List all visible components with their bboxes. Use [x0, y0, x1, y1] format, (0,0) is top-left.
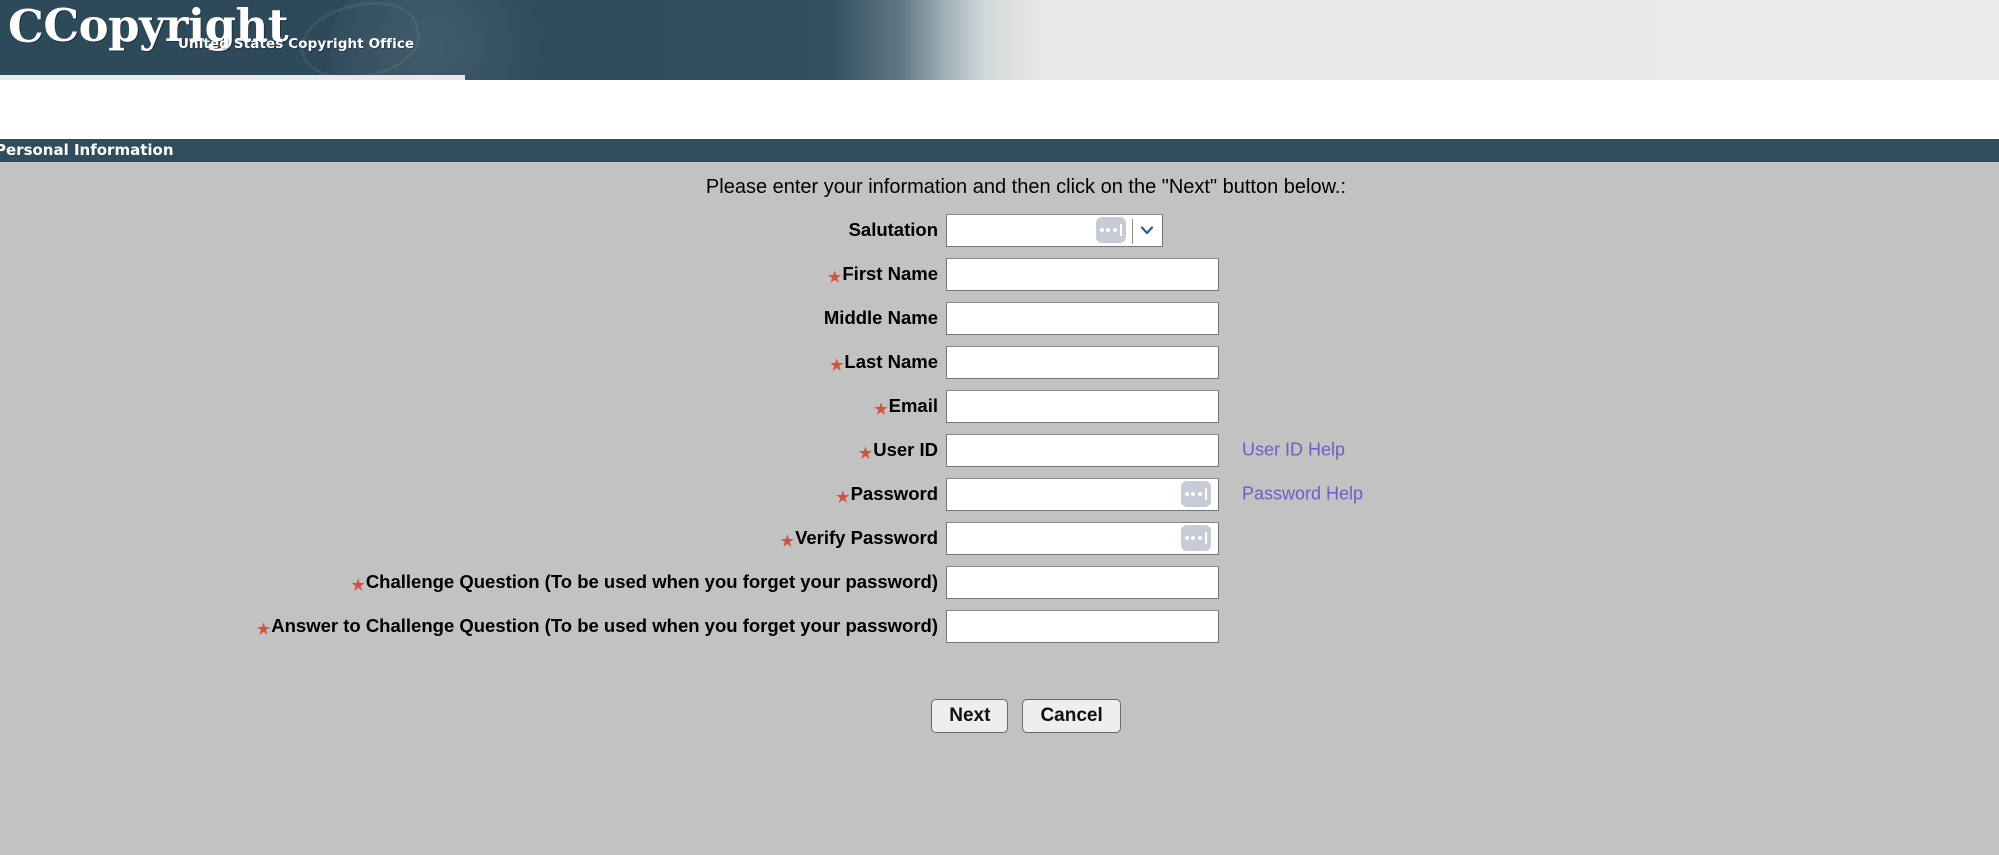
password-input[interactable] [946, 477, 1219, 511]
required-star-icon: ★ [874, 401, 888, 418]
chip-dot-icon [1184, 492, 1189, 496]
main-content: Please enter your information and then c… [0, 162, 1999, 855]
label-first-name-text: First Name [842, 263, 938, 284]
form-actions: Next Cancel [0, 699, 1999, 733]
password-help-link[interactable]: Password Help [1242, 484, 1363, 505]
chevron-down-icon[interactable] [1139, 222, 1155, 238]
last-name-input[interactable] [946, 345, 1219, 379]
label-first-name: ★First Name [0, 263, 946, 285]
autofill-chip-icon[interactable] [1181, 481, 1211, 507]
required-star-icon: ★ [829, 357, 844, 374]
label-middle-name: Middle Name [0, 307, 946, 329]
label-verify-password: ★Verify Password [0, 527, 946, 549]
required-star-icon: ★ [836, 489, 850, 506]
user-id-input[interactable] [946, 433, 1219, 467]
salutation-select[interactable] [946, 213, 1163, 247]
field-cell-first-name [946, 257, 1219, 291]
chip-cursor-icon [1205, 532, 1208, 544]
label-password: ★Password [0, 483, 946, 505]
form-row-middle-name: Middle Name [0, 296, 1999, 340]
required-star-icon: ★ [351, 577, 365, 594]
label-challenge-answer-text: Answer to Challenge Question (To be used… [271, 615, 938, 636]
middle-name-input[interactable] [946, 301, 1219, 335]
label-challenge-answer: ★Answer to Challenge Question (To be use… [0, 615, 946, 637]
label-salutation-text: Salutation [848, 219, 938, 240]
form-row-verify-password: ★Verify Password [0, 516, 1999, 560]
required-star-icon: ★ [256, 621, 271, 638]
form-row-challenge-question: ★Challenge Question (To be used when you… [0, 560, 1999, 604]
chip-dot-icon [1197, 536, 1202, 540]
chip-dot-icon [1112, 228, 1117, 232]
label-password-text: Password [850, 483, 938, 504]
chip-dot-icon [1191, 536, 1196, 540]
autofill-chip-icon[interactable] [1181, 525, 1211, 551]
label-email-text: Email [888, 395, 938, 416]
section-title-bar: Personal Information [0, 139, 1999, 162]
chip-cursor-icon [1205, 488, 1208, 500]
next-button[interactable]: Next [931, 699, 1009, 733]
challenge-answer-input[interactable] [946, 609, 1219, 643]
autofill-chip-icon[interactable] [1096, 217, 1126, 243]
field-cell-last-name [946, 345, 1219, 379]
field-cell-verify-password [946, 521, 1219, 555]
challenge-question-input[interactable] [946, 565, 1219, 599]
form-row-email: ★Email [0, 384, 1999, 428]
label-user-id-text: User ID [873, 439, 938, 460]
label-salutation: Salutation [0, 219, 946, 241]
cancel-button[interactable]: Cancel [1022, 699, 1121, 733]
verify-password-input[interactable] [946, 521, 1219, 555]
required-star-icon: ★ [780, 533, 795, 550]
field-cell-middle-name [946, 301, 1219, 335]
field-cell-salutation [946, 213, 1219, 247]
label-last-name-text: Last Name [844, 351, 938, 372]
field-cell-password: Password Help [946, 477, 1363, 511]
banner-tab-strip [0, 75, 465, 80]
label-user-id: ★User ID [0, 439, 946, 461]
field-cell-email [946, 389, 1219, 423]
select-separator [1132, 218, 1133, 244]
form-row-first-name: ★First Name [0, 252, 1999, 296]
label-email: ★Email [0, 395, 946, 417]
form-row-salutation: Salutation [0, 208, 1999, 252]
nav-whitespace-area [0, 80, 1999, 139]
chip-dot-icon [1184, 536, 1189, 540]
copyright-office-logo[interactable]: CCopyright United States Copyright Offic… [8, 0, 414, 53]
chip-dot-icon [1197, 492, 1202, 496]
form-row-user-id: ★User ID User ID Help [0, 428, 1999, 472]
label-challenge-question-text: Challenge Question (To be used when you … [365, 571, 938, 592]
form-row-challenge-answer: ★Answer to Challenge Question (To be use… [0, 604, 1999, 648]
label-verify-password-text: Verify Password [795, 527, 938, 548]
first-name-input[interactable] [946, 257, 1219, 291]
label-challenge-question: ★Challenge Question (To be used when you… [0, 571, 946, 593]
site-banner: CCopyright United States Copyright Offic… [0, 0, 1999, 80]
logo-subtitle: United States Copyright Office [178, 36, 415, 52]
chip-cursor-icon [1120, 224, 1123, 236]
instruction-text: Please enter your information and then c… [705, 176, 1347, 198]
chip-dot-icon [1191, 492, 1196, 496]
chip-dot-icon [1099, 228, 1104, 232]
required-star-icon: ★ [827, 269, 842, 286]
field-cell-challenge-answer [946, 609, 1219, 643]
page-title: Personal Information [0, 141, 174, 159]
chip-dot-icon [1106, 228, 1111, 232]
copyright-c-icon: C [8, 0, 44, 53]
required-star-icon: ★ [858, 445, 873, 462]
form-row-password: ★Password Password Help [0, 472, 1999, 516]
user-id-help-link[interactable]: User ID Help [1242, 440, 1345, 461]
email-input[interactable] [946, 389, 1219, 423]
field-cell-challenge-question [946, 565, 1219, 599]
label-middle-name-text: Middle Name [823, 307, 938, 328]
form-row-last-name: ★Last Name [0, 340, 1999, 384]
label-last-name: ★Last Name [0, 351, 946, 373]
field-cell-user-id: User ID Help [946, 433, 1345, 467]
personal-information-form: Salutation ★First Name Middle Name ★Last… [0, 208, 1999, 648]
